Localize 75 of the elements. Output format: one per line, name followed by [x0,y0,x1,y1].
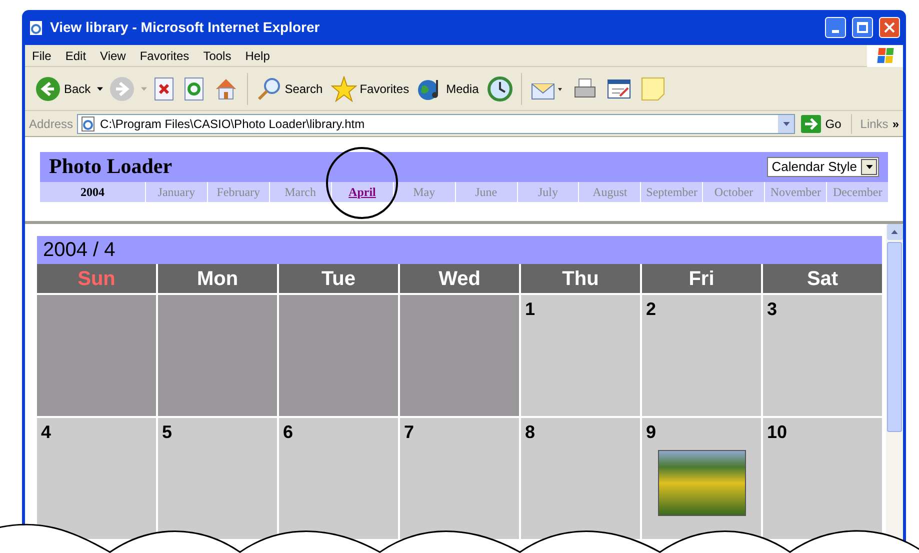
toolbar-button[interactable]: Favorites [328,76,412,102]
day-number: 6 [283,421,294,444]
day-number: 9 [646,421,656,444]
menu-item[interactable]: Help [238,46,277,64]
more-links-button[interactable]: » [892,114,899,132]
go-arrow-icon [801,114,822,132]
browser-page-icon [28,20,44,36]
maximize-icon [857,22,868,33]
caret-icon [96,86,103,90]
day-cell[interactable]: 8 [521,418,640,539]
stop-icon [152,76,175,102]
sticky-note-icon [640,76,666,102]
page-icon [80,116,96,132]
go-button[interactable]: Go [799,114,844,132]
scroll-thumb[interactable] [887,242,902,432]
dropdown-arrow-icon [866,165,872,169]
up-arrow-icon [891,230,898,234]
day-cell[interactable]: 5 [158,418,277,539]
toolbar-button[interactable]: Media [415,76,481,102]
toolbar-button[interactable]: Search [254,76,325,102]
dropdown-arrow-icon [782,122,790,126]
close-button[interactable] [879,17,900,38]
weekday-header: Thu [521,264,640,293]
minimize-button[interactable] [825,17,846,38]
dropdown-button[interactable] [861,159,877,175]
month-link[interactable]: April [332,182,393,202]
weekday-header: Mon [158,264,277,293]
day-cell[interactable]: 3 [763,295,882,416]
day-number: 8 [525,421,536,444]
day-number: 7 [404,421,414,444]
weekday-header: Wed [400,264,519,293]
day-number: 4 [41,421,52,444]
weekday-header: Sat [763,264,882,293]
windows-logo-icon [867,44,903,66]
close-icon [884,22,895,33]
day-number: 5 [162,421,172,444]
day-cell[interactable]: 10 [763,418,882,539]
address-text: C:\Program Files\CASIO\Photo Loader\library.htm [100,116,366,132]
menu-item[interactable]: File [25,46,58,64]
toolbar-button[interactable] [484,76,515,102]
search-icon [256,76,282,102]
day-cell[interactable]: 6 [279,418,398,539]
history-clock-icon [486,76,513,102]
minimize-icon [832,30,839,33]
day-number: 2 [646,298,656,321]
day-cell[interactable]: 4 [37,418,156,539]
day-number: 10 [767,421,788,444]
window-title: View library - Microsoft Internet Explorer [50,18,321,37]
year-label: 2004 [40,182,145,202]
day-cell[interactable]: 7 [400,418,519,539]
toolbar-button[interactable]: Back [33,76,93,102]
day-cell[interactable]: 2 [642,295,761,416]
star-icon [330,76,357,102]
address-label: Address [29,116,74,132]
app-title: Photo Loader [49,153,172,180]
maximize-button[interactable] [852,17,873,38]
menu-item[interactable]: Edit [58,46,94,64]
caret-icon [140,86,147,90]
scroll-up-button[interactable] [886,224,902,240]
day-cell[interactable]: 1 [521,295,640,416]
weekday-header: Fri [642,264,761,293]
refresh-icon [182,76,205,102]
day-cell[interactable]: 9 [642,418,761,539]
photo-thumbnail[interactable] [658,450,746,516]
menu-item[interactable]: View [93,46,133,64]
address-field[interactable]: C:\Program Files\CASIO\Photo Loader\library.htm [77,114,796,134]
calendar-title: 2004 / 4 [43,238,116,263]
day-number: 1 [525,298,536,321]
style-select[interactable]: Calendar Style [766,157,879,177]
menu-item[interactable]: Favorites [132,46,196,64]
select-value: Calendar Style [772,158,857,176]
weekday-header: Sun [37,264,156,293]
day-number: 3 [767,298,778,321]
menu-item[interactable]: Tools [196,46,238,64]
weekday-header: Tue [279,264,398,293]
